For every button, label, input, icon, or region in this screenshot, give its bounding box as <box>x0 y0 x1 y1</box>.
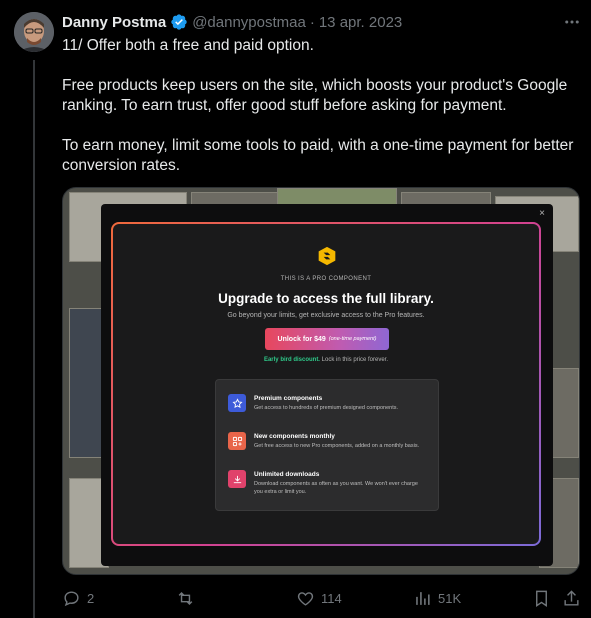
tweet-paragraph: 11/ Offer both a free and paid option. <box>62 37 314 54</box>
separator-dot: · <box>309 13 315 31</box>
modal-card: THIS IS A PRO COMPONENT Upgrade to acces… <box>111 222 541 546</box>
modal-subtitle: Go beyond your limits, get exclusive acc… <box>227 312 425 319</box>
like-count: 114 <box>321 590 342 606</box>
bookmark-icon <box>536 590 547 607</box>
upgrade-modal: × THIS IS A PRO COMPONENT Upgrade to acc… <box>101 204 553 566</box>
thread-line <box>33 60 35 618</box>
more-options-button[interactable] <box>560 10 584 34</box>
bookmark-button[interactable] <box>532 588 551 608</box>
tweet-text: 11/ Offer both a free and paid option. F… <box>62 36 584 176</box>
tweet-header: Danny Postma @dannypostmaa · 13 apr. 202… <box>62 12 402 32</box>
action-bar: 2 114 51K <box>62 588 582 608</box>
view-count: 51K <box>438 590 462 606</box>
unlock-price: Unlock for $49 <box>277 335 326 343</box>
share-button[interactable] <box>562 588 581 608</box>
views-button[interactable]: 51K <box>413 588 461 608</box>
feature-desc: Get access to hundreds of premium design… <box>254 405 398 411</box>
download-icon <box>228 470 246 488</box>
reply-count: 2 <box>87 590 95 606</box>
features-box: Premium components Get access to hundred… <box>215 379 439 511</box>
feature-desc: Get free access to new Pro components, a… <box>254 443 420 449</box>
like-button[interactable]: 114 <box>296 588 342 608</box>
feature-title: Premium components <box>254 395 323 402</box>
early-bird-text: Early bird discount. Lock in this price … <box>113 357 539 363</box>
feature-title: New components monthly <box>254 433 335 440</box>
retweet-icon <box>178 591 193 605</box>
modal-close-icon[interactable]: × <box>536 208 548 220</box>
star-icon <box>228 394 246 412</box>
share-icon <box>564 589 579 606</box>
tweet-media[interactable]: × THIS IS A PRO COMPONENT Upgrade to acc… <box>62 187 580 575</box>
modal-title: Upgrade to access the full library. <box>218 291 434 306</box>
feature-desc: Download components as often as you want… <box>254 481 418 495</box>
tweet-paragraph: Free products keep users on the site, wh… <box>62 77 568 114</box>
author-name[interactable]: Danny Postma <box>62 14 166 31</box>
reply-button[interactable]: 2 <box>62 588 94 608</box>
avatar-photo <box>14 12 54 52</box>
verified-badge-icon[interactable] <box>170 13 188 31</box>
feature-title: Unlimited downloads <box>254 471 320 478</box>
avatar[interactable] <box>14 12 54 52</box>
reply-icon <box>64 590 79 606</box>
early-bird-rest: Lock in this price forever. <box>321 357 389 363</box>
heart-icon <box>297 591 314 606</box>
early-bird-highlight: Early bird discount. <box>263 357 320 363</box>
grid-plus-icon <box>228 432 246 450</box>
unlock-button[interactable]: Unlock for $49 (one-time payment) <box>265 328 389 350</box>
tweet-date[interactable]: 13 apr. 2023 <box>319 14 402 31</box>
pro-component-tag: THIS IS A PRO COMPONENT <box>280 276 372 282</box>
unlock-note: (one-time payment) <box>328 336 377 342</box>
author-handle[interactable]: @dannypostmaa <box>192 14 306 31</box>
tweet-paragraph: To earn money, limit some tools to paid,… <box>62 137 574 174</box>
analytics-icon <box>416 591 430 605</box>
ellipsis-icon <box>565 20 579 24</box>
brand-logo-icon <box>318 246 336 266</box>
retweet-button[interactable] <box>176 588 201 608</box>
